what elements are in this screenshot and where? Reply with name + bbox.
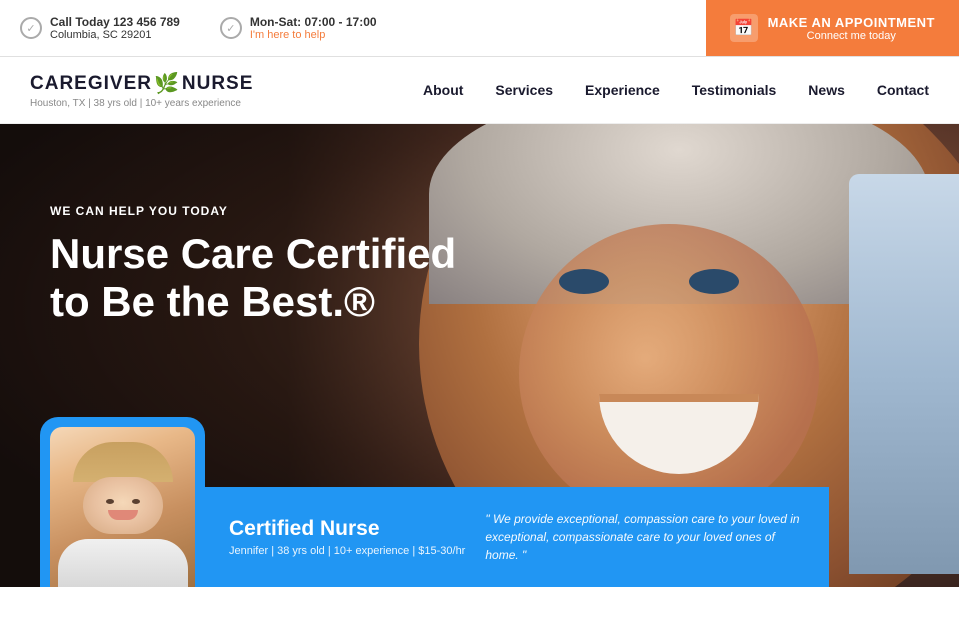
check-icon-2: ✓: [220, 17, 242, 39]
nav-about[interactable]: About: [423, 82, 463, 98]
phone-info: ✓ Call Today 123 456 789 Columbia, SC 29…: [20, 15, 180, 41]
logo-part2: NURSE: [182, 73, 254, 95]
appointment-main: MAKE AN APPOINTMENT: [768, 15, 935, 30]
logo-text: CAREGIVER 🌿 NURSE: [30, 71, 253, 96]
nurse-hair: [73, 442, 173, 482]
hours-info: ✓ Mon-Sat: 07:00 - 17:00 I'm here to hel…: [220, 15, 377, 41]
nurse-shoulders: [58, 539, 188, 587]
check-icon-1: ✓: [20, 17, 42, 39]
nav-experience[interactable]: Experience: [585, 82, 660, 98]
help-link[interactable]: I'm here to help: [250, 29, 377, 41]
card-info-left: Certified Nurse Jennifer | 38 yrs old | …: [229, 517, 465, 557]
top-bar: ✓ Call Today 123 456 789 Columbia, SC 29…: [0, 0, 959, 57]
logo-leaf-icon: 🌿: [154, 71, 180, 96]
nurse-face: [83, 477, 163, 533]
main-nav: About Services Experience Testimonials N…: [423, 82, 929, 98]
hours-range: Mon-Sat: 07:00 - 17:00: [250, 15, 377, 29]
hours-text: Mon-Sat: 07:00 - 17:00 I'm here to help: [250, 15, 377, 41]
calendar-icon: 📅: [730, 14, 758, 42]
eye-left: [559, 269, 609, 294]
hero-section: WE CAN HELP YOU TODAY Nurse Care Certifi…: [0, 124, 959, 587]
logo-subtitle: Houston, TX | 38 yrs old | 10+ years exp…: [30, 98, 253, 109]
nurse-photo: [50, 427, 195, 587]
nav-services[interactable]: Services: [495, 82, 553, 98]
hero-content: WE CAN HELP YOU TODAY Nurse Care Certifi…: [50, 204, 470, 327]
nurse-eye-r: [132, 499, 140, 504]
person-behind: [849, 174, 959, 574]
phone-text: Call Today 123 456 789 Columbia, SC 2920…: [50, 15, 180, 41]
nurse-eyes: [83, 477, 163, 504]
site-header: CAREGIVER 🌿 NURSE Houston, TX | 38 yrs o…: [0, 57, 959, 124]
nav-news[interactable]: News: [808, 82, 845, 98]
hero-title: Nurse Care Certified to Be the Best.®: [50, 230, 470, 327]
card-photo-wrap: [40, 417, 205, 587]
appointment-sub: Connect me today: [768, 30, 935, 42]
logo: CAREGIVER 🌿 NURSE Houston, TX | 38 yrs o…: [30, 71, 253, 109]
eye-right: [689, 269, 739, 294]
hero-eyebrow: WE CAN HELP YOU TODAY: [50, 204, 470, 218]
nav-contact[interactable]: Contact: [877, 82, 929, 98]
phone-location: Columbia, SC 29201: [50, 29, 180, 41]
card-nurse-name: Certified Nurse: [229, 517, 465, 541]
nurse-mouth: [108, 510, 138, 520]
upper-lip: [599, 394, 759, 402]
phone-number: Call Today 123 456 789: [50, 15, 180, 29]
appointment-text: MAKE AN APPOINTMENT Connect me today: [768, 15, 935, 42]
card-info: Certified Nurse Jennifer | 38 yrs old | …: [205, 487, 829, 587]
logo-part1: CAREGIVER: [30, 73, 152, 95]
nurse-eye-l: [106, 499, 114, 504]
appointment-button[interactable]: 📅 MAKE AN APPOINTMENT Connect me today: [706, 0, 959, 56]
hero-card: Certified Nurse Jennifer | 38 yrs old | …: [40, 417, 829, 587]
nav-testimonials[interactable]: Testimonials: [692, 82, 777, 98]
card-quote: " We provide exceptional, compassion car…: [485, 510, 805, 564]
card-nurse-sub: Jennifer | 38 yrs old | 10+ experience |…: [229, 545, 465, 557]
